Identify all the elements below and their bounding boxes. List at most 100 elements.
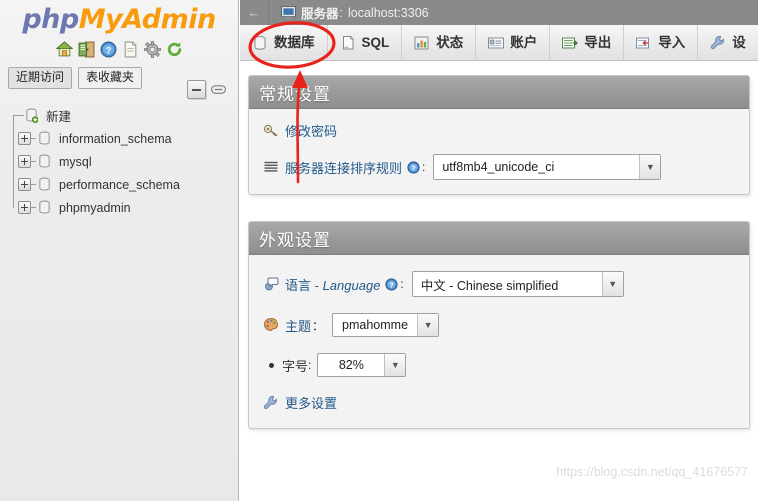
recent-tables-tab[interactable]: 近期访问 (8, 67, 73, 89)
tree-item-label: performance_schema (59, 177, 180, 192)
home-icon[interactable] (55, 40, 73, 58)
sidebar-quick-icons: ? (0, 39, 238, 59)
tree-item-information-schema[interactable]: information_schema (8, 127, 233, 150)
recent-tables-tab-label: 近期访问 (16, 70, 65, 84)
bullet-icon (269, 362, 274, 368)
server-label: 服务器 (301, 7, 339, 21)
tab-sql[interactable]: SQL (327, 25, 403, 60)
general-settings-body: 修改密码 服务器连接排序规则 ?: utf8mb4_unicode_ci ▼ (249, 109, 749, 194)
settings-gear-icon[interactable] (143, 40, 161, 58)
collation-select[interactable]: utf8mb4_unicode_ci ▼ (433, 154, 662, 180)
expand-node-icon[interactable] (18, 201, 31, 214)
collapse-navigation-icon[interactable] (187, 80, 206, 99)
tree-item-phpmyadmin[interactable]: phpmyadmin (8, 196, 233, 219)
tab-accounts[interactable]: 账户 (476, 25, 551, 60)
language-row: 语言 - Language ? : 中文 - Chinese simplifie… (263, 271, 735, 297)
accounts-icon (488, 35, 505, 51)
tree-guide (8, 173, 18, 196)
tree-dash (31, 207, 36, 208)
favorite-tables-tab[interactable]: 表收藏夹 (78, 67, 143, 89)
link-with-main-panel-icon[interactable] (211, 84, 227, 95)
tab-databases[interactable]: 数据库 (240, 25, 328, 60)
tab-settings[interactable]: 设 (698, 25, 758, 60)
watermark: https://blog.csdn.net/qq_41676577 (556, 465, 748, 479)
appearance-settings-title: 外观设置 (249, 222, 749, 255)
chevron-down-icon: ▼ (417, 314, 439, 336)
database-icon (38, 200, 51, 215)
status-icon (414, 35, 430, 51)
collation-icon (263, 159, 279, 175)
tab-sql-label: SQL (361, 34, 390, 50)
change-password-row[interactable]: 修改密码 (263, 121, 735, 140)
tree-item-mysql[interactable]: mysql (8, 150, 233, 173)
navigation-tools (187, 80, 227, 99)
database-icon (38, 131, 51, 146)
back-arrow-icon[interactable]: ← (240, 0, 269, 25)
export-icon (562, 35, 579, 51)
font-size-select-value: 82% (338, 358, 364, 372)
phpmyadmin-window: phpMyAdmin ? 近期访问 表收藏夹 新建 information_sc… (0, 0, 758, 501)
more-settings-row[interactable]: 更多设置 (263, 393, 735, 412)
server-separator: : (339, 5, 343, 20)
language-icon (263, 276, 279, 292)
logout-icon[interactable] (78, 41, 95, 58)
main-content: ← 服务器: localhost:3306 数据库 SQL 状态 账户 导出 导… (240, 0, 758, 501)
language-select[interactable]: 中文 - Chinese simplified ▼ (411, 271, 624, 297)
theme-row: 主题 ： pmahomme ▼ (263, 313, 735, 337)
tab-export-label: 导出 (584, 34, 612, 50)
docs-icon[interactable] (122, 40, 139, 58)
help-icon[interactable]: ? (100, 41, 117, 58)
navigation-sidebar: phpMyAdmin ? 近期访问 表收藏夹 新建 information_sc… (0, 0, 239, 501)
database-icon (38, 177, 51, 192)
tree-item-performance-schema[interactable]: performance_schema (8, 173, 233, 196)
tab-import[interactable]: 导入 (624, 25, 699, 60)
language-select-value: 中文 - Chinese simplified (420, 278, 559, 293)
svg-text:?: ? (390, 280, 395, 289)
phpmyadmin-logo[interactable]: phpMyAdmin (0, 0, 238, 36)
database-tree: 新建 information_schema mysql performance_… (8, 104, 233, 219)
more-settings-label: 更多设置 (285, 396, 338, 411)
tree-guide (8, 150, 18, 173)
theme-select-value: pmahomme (342, 318, 409, 332)
main-tab-bar: 数据库 SQL 状态 账户 导出 导入 设 (240, 25, 758, 61)
svg-text:?: ? (105, 45, 111, 55)
tab-export[interactable]: 导出 (550, 25, 625, 60)
tab-settings-label: 设 (732, 34, 746, 50)
new-database-icon (25, 108, 39, 124)
chevron-down-icon: ▼ (639, 155, 661, 179)
theme-label: 主题 (285, 318, 312, 334)
tree-dash (31, 184, 36, 185)
font-size-select[interactable]: 82% ▼ (317, 353, 407, 377)
sql-icon (340, 35, 356, 51)
appearance-settings-body: 语言 - Language ? : 中文 - Chinese simplifie… (249, 255, 749, 428)
expand-node-icon[interactable] (18, 155, 31, 168)
collation-select-value: utf8mb4_unicode_ci (442, 160, 555, 174)
database-icon (252, 35, 268, 51)
help-icon[interactable]: ? (385, 277, 399, 291)
general-settings-panel: 常规设置 修改密码 服务器连接排序规则 ?: utf8mb4_unicode_… (248, 75, 750, 195)
logo-my: My (78, 4, 123, 35)
expand-node-icon[interactable] (18, 178, 31, 191)
server-icon (281, 5, 296, 19)
refresh-icon[interactable] (166, 41, 183, 58)
tab-import-label: 导入 (658, 34, 686, 50)
collation-row: 服务器连接排序规则 ? : utf8mb4_unicode_ci ▼ (263, 154, 735, 180)
tab-status[interactable]: 状态 (402, 25, 477, 60)
svg-text:?: ? (411, 163, 416, 172)
tree-guide (8, 127, 18, 150)
theme-select[interactable]: pmahomme ▼ (332, 313, 440, 337)
chevron-down-icon: ▼ (601, 272, 623, 296)
tree-guide (8, 196, 18, 219)
wrench-icon (710, 35, 726, 51)
tree-item-new-database[interactable]: 新建 (8, 104, 233, 127)
language-label-dash: - (311, 277, 323, 293)
chevron-down-icon: ▼ (384, 354, 406, 376)
wrench-icon (263, 395, 279, 411)
help-icon[interactable]: ? (407, 160, 420, 174)
appearance-settings-panel: 外观设置 语言 - Language ?: 中文 - Chinese simp… (248, 221, 750, 429)
favorite-tables-tab-label: 表收藏夹 (86, 70, 135, 84)
tree-item-label: 新建 (46, 110, 72, 124)
theme-colon: ： (312, 318, 325, 333)
expand-node-icon[interactable] (18, 132, 31, 145)
tab-accounts-label: 账户 (510, 34, 538, 50)
